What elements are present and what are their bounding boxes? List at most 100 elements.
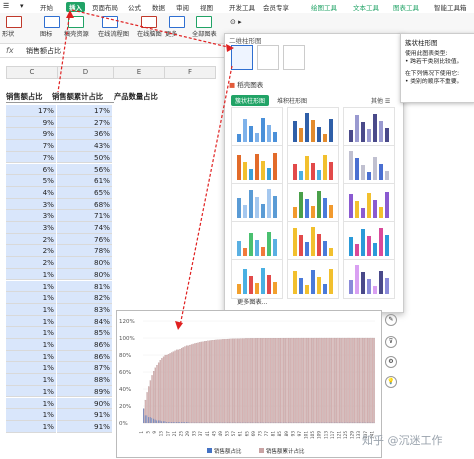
cell-cumulative-share[interactable]: 90%	[57, 398, 112, 410]
menu-tab[interactable]: 绘图工具	[311, 2, 337, 12]
ribbon-button[interactable]: 在线流程图	[98, 29, 129, 38]
cell-sales-share[interactable]: 1%	[6, 292, 56, 304]
ribbon-button[interactable]: 更多	[165, 29, 177, 38]
cell-sales-share[interactable]: 1%	[6, 339, 56, 351]
cell-cumulative-share[interactable]: 86%	[57, 339, 112, 351]
cell-sales-share[interactable]: 1%	[6, 421, 56, 433]
ribbon-button[interactable]: 图标	[40, 29, 52, 38]
menu-tab[interactable]: 文本工具	[353, 2, 379, 12]
ribbon-icon[interactable]	[196, 16, 212, 28]
chart-thumbnail[interactable]	[231, 259, 283, 299]
cell-sales-share[interactable]: 1%	[6, 386, 56, 398]
cell-sales-share[interactable]: 4%	[6, 187, 56, 199]
cell-cumulative-share[interactable]: 43%	[57, 140, 112, 152]
chart-thumbnail[interactable]	[343, 221, 395, 261]
menu-tab[interactable]: 公式	[128, 2, 141, 12]
ribbon-button[interactable]: 形状	[2, 29, 14, 38]
chart-thumbnail[interactable]	[231, 107, 283, 147]
cell-cumulative-share[interactable]: 81%	[57, 281, 112, 293]
cell-sales-share[interactable]: 2%	[6, 245, 56, 257]
cell-cumulative-share[interactable]: 91%	[57, 409, 112, 421]
cell-cumulative-share[interactable]: 89%	[57, 386, 112, 398]
menu-tab[interactable]: 智能工具箱	[434, 2, 467, 12]
cell-sales-share[interactable]: 6%	[6, 164, 56, 176]
ribbon-button[interactable]: 全部图表	[192, 29, 217, 38]
column-header-f[interactable]: F	[164, 66, 216, 79]
cell-cumulative-share[interactable]: 83%	[57, 304, 112, 316]
chart-thumbnail[interactable]	[343, 145, 395, 185]
cell-cumulative-share[interactable]: 91%	[57, 421, 112, 433]
cell-sales-share[interactable]: 1%	[6, 351, 56, 363]
cell-sales-share[interactable]: 1%	[6, 304, 56, 316]
chart-preview-percent[interactable]	[283, 45, 305, 70]
cell-cumulative-share[interactable]: 85%	[57, 327, 112, 339]
file-dropdown-icon[interactable]: ▾	[20, 2, 24, 10]
cell-cumulative-share[interactable]: 74%	[57, 222, 112, 234]
ribbon-icon[interactable]	[169, 16, 185, 28]
cell-cumulative-share[interactable]: 84%	[57, 316, 112, 328]
cell-sales-share[interactable]: 1%	[6, 398, 56, 410]
cell-sales-share[interactable]: 2%	[6, 257, 56, 269]
ribbon-icon[interactable]	[102, 16, 118, 28]
cell-sales-share[interactable]: 1%	[6, 281, 56, 293]
chart-thumbnail[interactable]	[343, 259, 395, 299]
ribbon-icon[interactable]	[68, 16, 84, 28]
chart-elements-icon[interactable]: ✎	[385, 314, 397, 326]
cell-sales-share[interactable]: 5%	[6, 175, 56, 187]
chart-preview-clustered[interactable]	[231, 45, 253, 70]
menu-tab[interactable]: 开发工具	[229, 2, 255, 12]
cell-cumulative-share[interactable]: 87%	[57, 362, 112, 374]
cell-sales-share[interactable]: 1%	[6, 316, 56, 328]
menu-tab[interactable]: 数据	[152, 2, 165, 12]
ribbon-icon[interactable]	[44, 16, 60, 28]
menu-tab[interactable]: 插入	[66, 2, 85, 12]
chart-thumbnail[interactable]	[287, 259, 339, 299]
cell-sales-share[interactable]: 3%	[6, 210, 56, 222]
cell-cumulative-share[interactable]: 71%	[57, 210, 112, 222]
menu-tab[interactable]: 页面布局	[92, 2, 118, 12]
chart-bulb-icon[interactable]: 💡	[385, 376, 397, 388]
menu-tab[interactable]: 图表工具	[393, 2, 419, 12]
tab-clustered[interactable]: 簇状柱形图	[231, 95, 269, 106]
column-header-c[interactable]: C	[6, 66, 58, 79]
cell-sales-share[interactable]: 7%	[6, 140, 56, 152]
chart-thumbnail[interactable]	[231, 183, 283, 223]
menu-tab[interactable]: 审阅	[176, 2, 189, 12]
header-cumulative-share[interactable]: 销售额累计占比	[52, 92, 114, 103]
cell-sales-share[interactable]: 7%	[6, 152, 56, 164]
chart-thumbnail[interactable]	[343, 183, 395, 223]
ribbon-button[interactable]: 稿壳资源	[64, 29, 89, 38]
menu-tab[interactable]: 开始	[40, 2, 53, 12]
cell-cumulative-share[interactable]: 65%	[57, 187, 112, 199]
chart-thumbnail[interactable]	[343, 107, 395, 147]
chart-thumbnail[interactable]	[287, 145, 339, 185]
chart-thumbnail[interactable]	[287, 183, 339, 223]
column-header-d[interactable]: D	[57, 66, 114, 79]
cell-cumulative-share[interactable]: 61%	[57, 175, 112, 187]
cell-cumulative-share[interactable]: 80%	[57, 257, 112, 269]
chart-thumbnail[interactable]	[231, 145, 283, 185]
cell-cumulative-share[interactable]: 76%	[57, 234, 112, 246]
cell-cumulative-share[interactable]: 27%	[57, 117, 112, 129]
menu-tab[interactable]: 视图	[200, 2, 213, 12]
chart-preview-stacked[interactable]	[257, 45, 279, 70]
chart-thumbnail[interactable]	[231, 221, 283, 261]
cell-cumulative-share[interactable]: 36%	[57, 128, 112, 140]
cell-sales-share[interactable]: 2%	[6, 234, 56, 246]
cell-sales-share[interactable]: 9%	[6, 128, 56, 140]
cell-sales-share[interactable]: 1%	[6, 362, 56, 374]
cell-cumulative-share[interactable]: 82%	[57, 292, 112, 304]
cell-sales-share[interactable]: 3%	[6, 199, 56, 211]
more-charts-link[interactable]: 更多图表...	[237, 297, 268, 306]
ribbon-icon[interactable]	[141, 16, 157, 28]
cell-cumulative-share[interactable]: 86%	[57, 351, 112, 363]
ribbon-icon[interactable]	[6, 16, 22, 28]
cell-cumulative-share[interactable]: 88%	[57, 374, 112, 386]
chart-area[interactable]: 120%100%80%60%40%20%0%159131721252933374…	[116, 310, 382, 458]
cell-cumulative-share[interactable]: 17%	[57, 105, 112, 117]
formula-content[interactable]: 销售额占比	[26, 46, 61, 56]
fx-icon[interactable]: fx	[6, 46, 14, 55]
cell-cumulative-share[interactable]: 56%	[57, 164, 112, 176]
header-product-share[interactable]: 产品数量占比	[114, 92, 174, 102]
ribbon-button[interactable]: 在线脑图	[137, 29, 162, 38]
